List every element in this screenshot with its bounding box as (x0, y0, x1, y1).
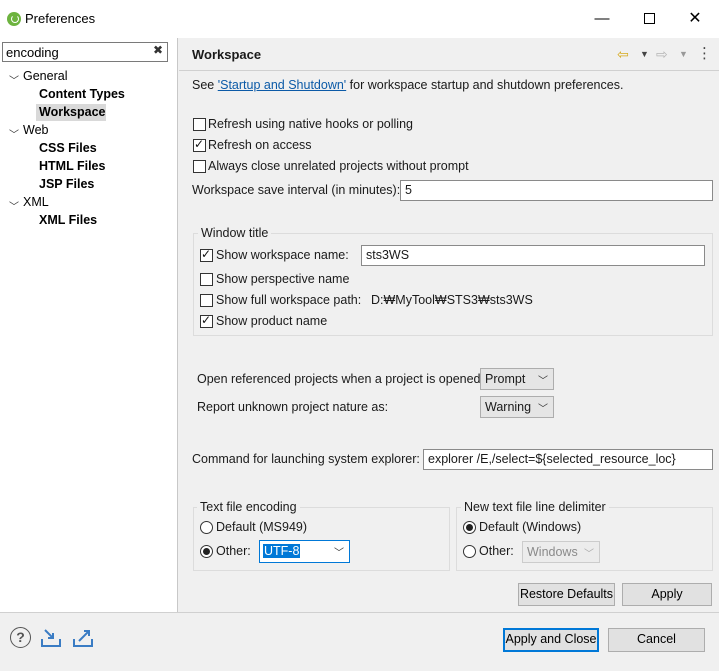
encoding-other-label: Other: (216, 544, 251, 558)
apply-and-close-button[interactable]: Apply and Close (503, 628, 599, 652)
show-workspace-name-label: Show workspace name: (216, 248, 349, 262)
tree-item-general[interactable]: General (23, 69, 67, 83)
back-dropdown-icon[interactable]: ▼ (640, 49, 649, 59)
header-separator (179, 70, 719, 71)
show-perspective-name-checkbox[interactable] (200, 273, 213, 286)
delimiter-other-select[interactable]: Windows ﹀ (522, 541, 600, 563)
chevron-down-icon: ﹀ (538, 376, 548, 387)
workspace-name-input[interactable]: sts3WS (361, 245, 705, 266)
show-product-name-checkbox[interactable] (200, 313, 213, 328)
help-icon[interactable]: ? (10, 627, 31, 648)
report-unknown-label: Report unknown project nature as: (197, 400, 389, 414)
tree-item-css-files[interactable]: CSS Files (39, 141, 97, 155)
tree-item-jsp-files[interactable]: JSP Files (39, 177, 94, 191)
line-delimiter-group-label: New text file line delimiter (461, 500, 609, 514)
delimiter-other-value: Windows (527, 545, 578, 559)
refresh-native-hooks-checkbox[interactable] (193, 118, 206, 131)
export-icon[interactable] (72, 627, 96, 649)
tree-item-workspace[interactable]: Workspace (39, 105, 105, 119)
always-close-projects-label: Always close unrelated projects without … (208, 159, 469, 173)
chevron-down-icon: ﹀ (334, 548, 344, 559)
open-referenced-select[interactable]: Prompt ﹀ (480, 368, 554, 390)
tree-item-content-types[interactable]: Content Types (39, 87, 125, 101)
expand-general-icon[interactable]: ﹀ (9, 72, 19, 87)
encoding-default-radio[interactable] (200, 521, 213, 534)
maximize-button[interactable] (635, 6, 663, 32)
intro-prefix: See (192, 78, 218, 92)
page-title: Workspace (192, 47, 262, 62)
open-referenced-value: Prompt (485, 372, 526, 386)
startup-info-text: See 'Startup and Shutdown' for workspace… (192, 78, 623, 92)
encoding-other-select[interactable]: UTF-8 ﹀ (259, 540, 350, 563)
view-menu-icon[interactable]: ⋮ (697, 44, 712, 62)
delimiter-default-radio[interactable] (463, 521, 476, 534)
back-arrow-icon[interactable]: ⇦ (617, 46, 629, 63)
refresh-native-hooks-label: Refresh using native hooks or polling (208, 117, 413, 131)
explorer-command-label: Command for launching system explorer: (192, 452, 420, 466)
apply-button[interactable]: Apply (622, 583, 712, 606)
refresh-on-access-label: Refresh on access (208, 138, 312, 152)
minimize-button[interactable]: — (588, 6, 616, 32)
report-unknown-value: Warning (485, 400, 532, 414)
report-unknown-select[interactable]: Warning ﹀ (480, 396, 554, 418)
text-encoding-group-label: Text file encoding (197, 500, 300, 514)
explorer-command-input[interactable]: explorer /E,/select=${selected_resource_… (423, 449, 713, 470)
startup-shutdown-link[interactable]: 'Startup and Shutdown' (218, 78, 346, 92)
show-full-path-label: Show full workspace path: (216, 293, 362, 307)
encoding-other-radio[interactable] (200, 545, 213, 558)
chevron-down-icon: ﹀ (538, 404, 548, 415)
delimiter-other-radio[interactable] (463, 545, 476, 558)
forward-dropdown-icon[interactable]: ▼ (679, 49, 688, 59)
cancel-button[interactable]: Cancel (608, 628, 705, 652)
restore-defaults-button[interactable]: Restore Defaults (518, 583, 615, 606)
window-title-group-label: Window title (198, 226, 272, 240)
close-button[interactable]: ✕ (681, 6, 709, 32)
import-icon[interactable] (40, 627, 64, 649)
chevron-down-icon: ﹀ (584, 549, 594, 560)
forward-arrow-icon[interactable]: ⇨ (656, 46, 668, 63)
save-interval-label: Workspace save interval (in minutes): (192, 183, 401, 197)
refresh-on-access-checkbox[interactable] (193, 137, 206, 152)
expand-web-icon[interactable]: ﹀ (9, 126, 19, 141)
encoding-default-label: Default (MS949) (216, 520, 308, 534)
filter-input[interactable] (6, 44, 146, 60)
show-full-path-checkbox[interactable] (200, 294, 213, 307)
expand-xml-icon[interactable]: ﹀ (9, 198, 19, 213)
spring-app-icon (7, 12, 21, 26)
maximize-icon (643, 13, 655, 24)
tree-item-xml[interactable]: XML (23, 195, 49, 209)
show-workspace-name-checkbox[interactable] (200, 247, 213, 262)
clear-filter-icon[interactable]: ✖ (153, 43, 163, 57)
intro-suffix: for workspace startup and shutdown prefe… (346, 78, 624, 92)
tree-item-html-files[interactable]: HTML Files (39, 159, 105, 173)
open-referenced-label: Open referenced projects when a project … (197, 372, 484, 386)
always-close-projects-checkbox[interactable] (193, 160, 206, 173)
window-title: Preferences (25, 11, 96, 26)
show-perspective-name-label: Show perspective name (216, 272, 350, 286)
full-path-value: D:₩MyTool₩STS3₩sts3WS (371, 293, 533, 307)
tree-item-web[interactable]: Web (23, 123, 48, 137)
save-interval-input[interactable]: 5 (400, 180, 713, 201)
encoding-other-value: UTF-8 (263, 544, 301, 558)
delimiter-default-label: Default (Windows) (479, 520, 582, 534)
show-product-name-label: Show product name (216, 314, 328, 328)
tree-item-xml-files[interactable]: XML Files (39, 213, 97, 227)
delimiter-other-label: Other: (479, 544, 514, 558)
filter-box: ✖ (2, 42, 168, 62)
